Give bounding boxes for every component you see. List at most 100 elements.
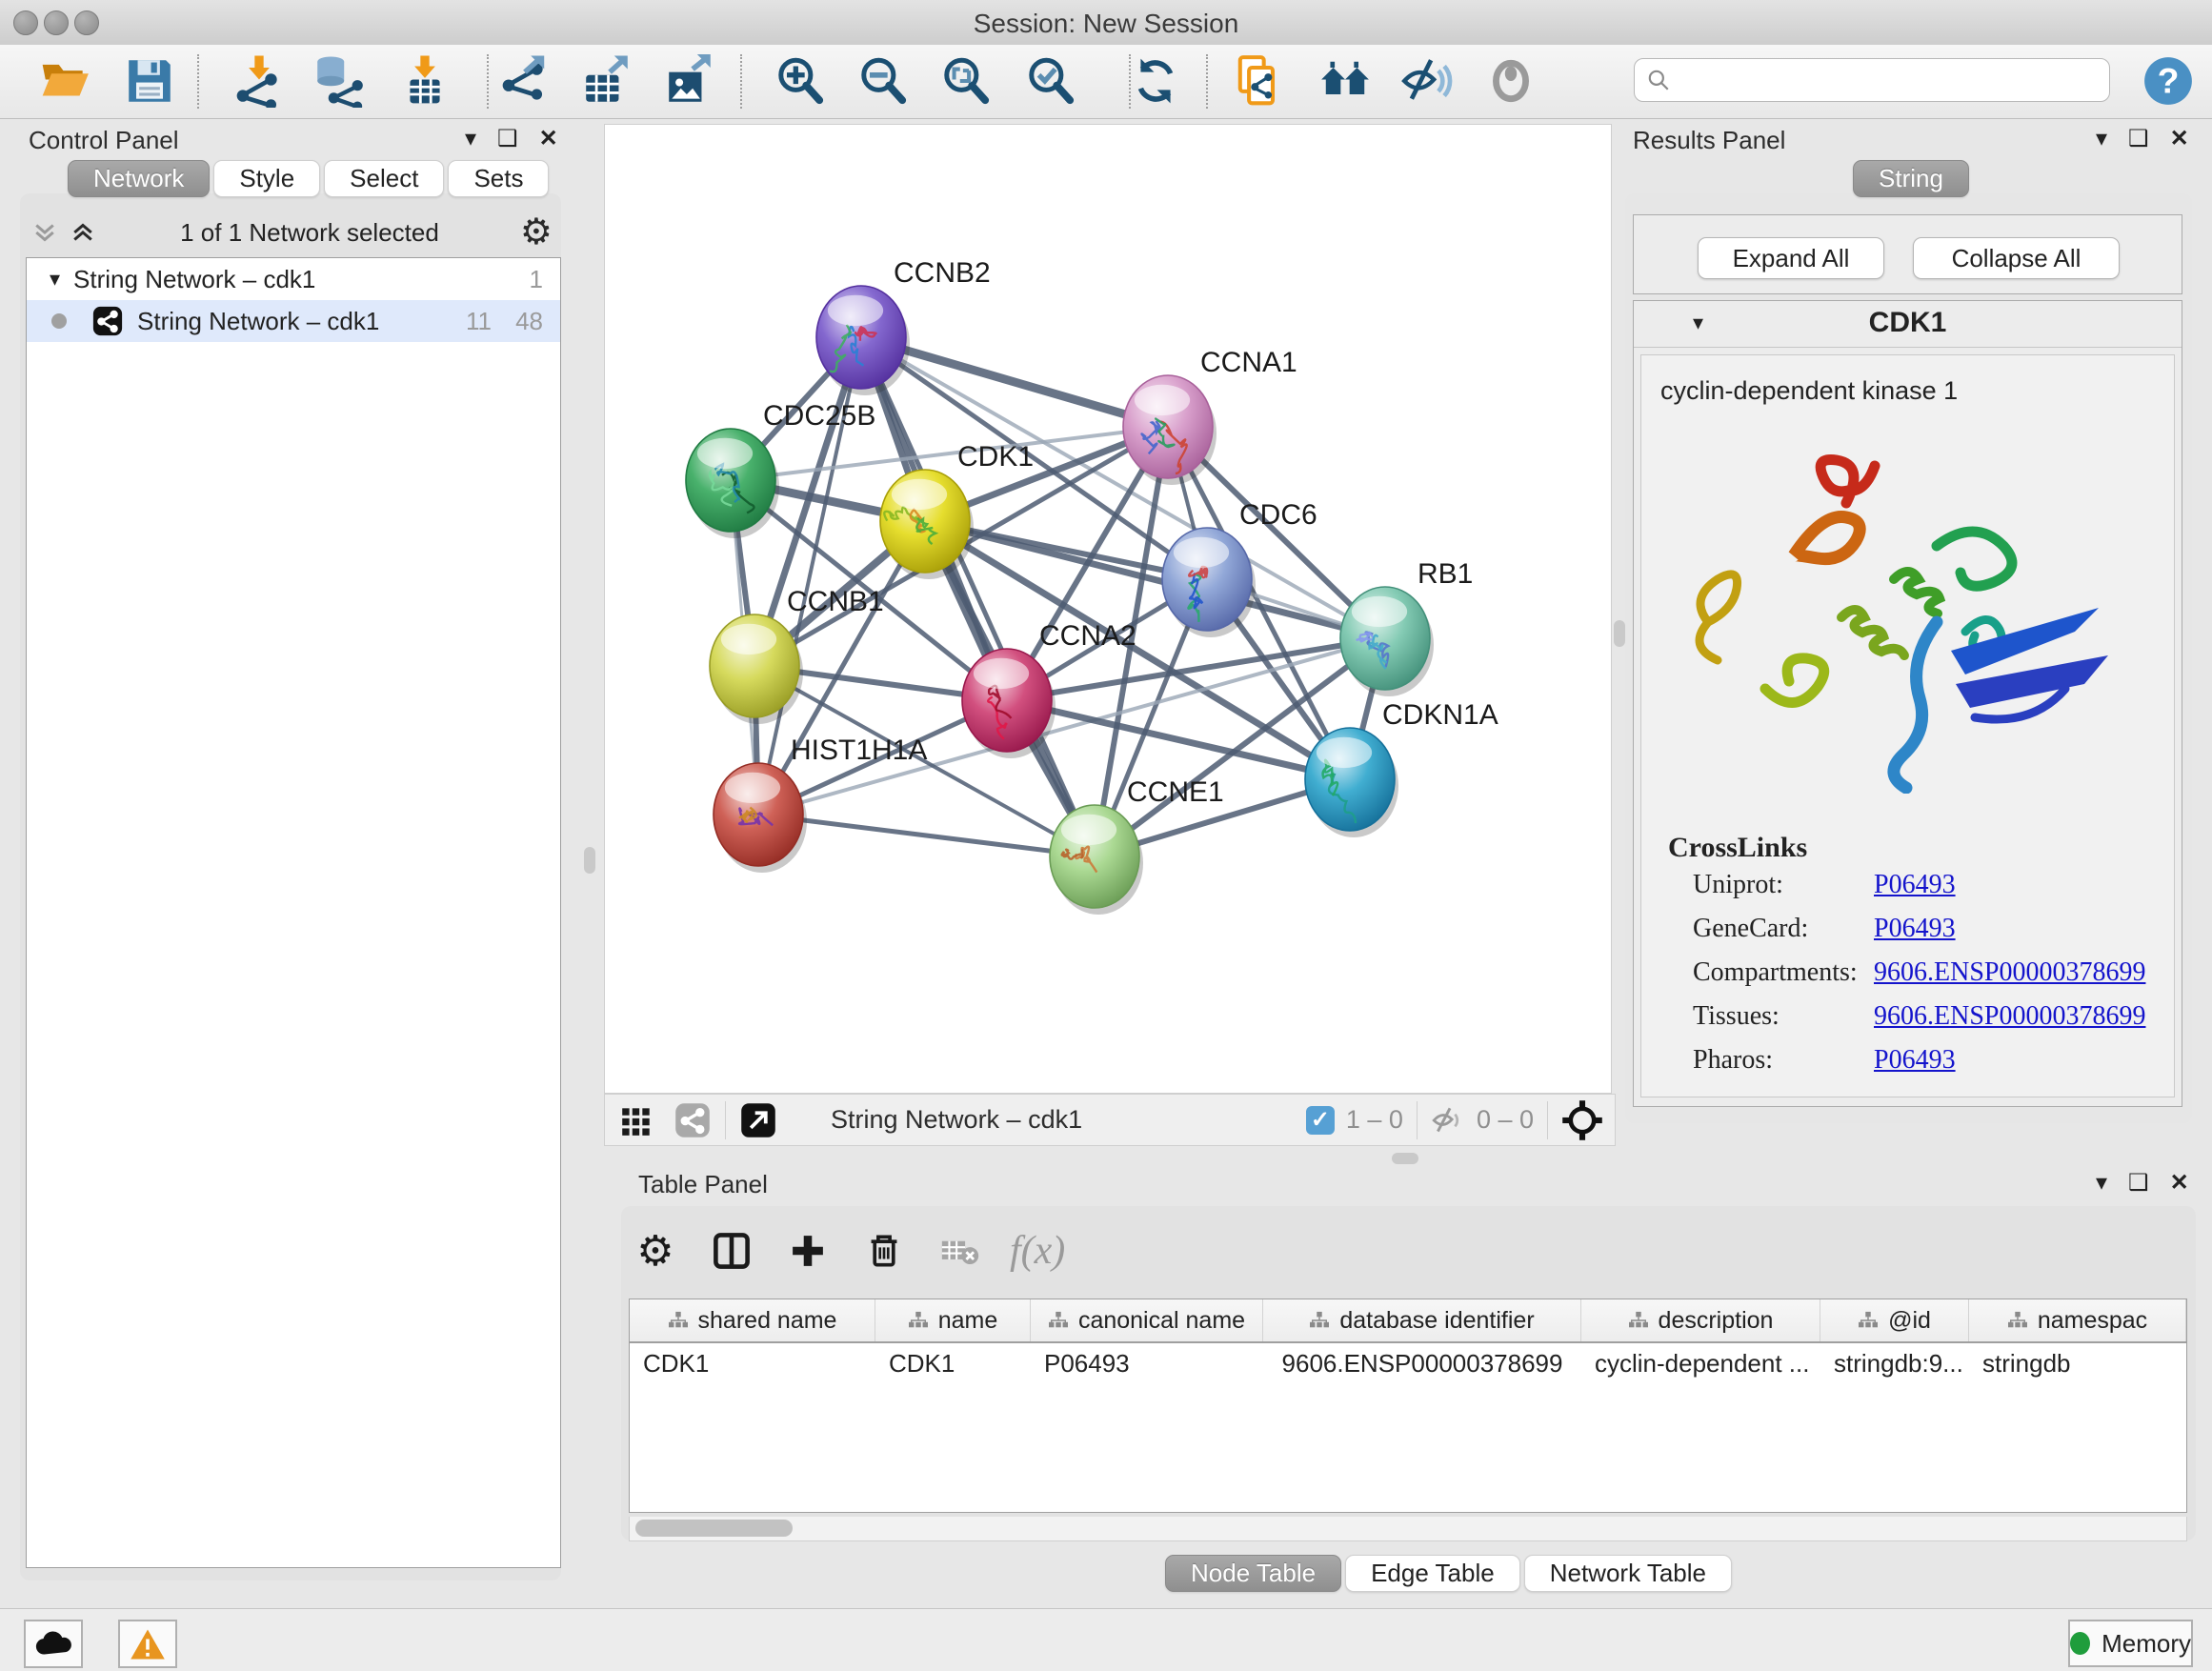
export-image-button[interactable] [659, 50, 720, 111]
search-input[interactable] [1671, 66, 2098, 94]
clone-network-button[interactable] [1229, 50, 1290, 111]
network-node-CCNB2[interactable] [816, 286, 910, 395]
column-header-database-identifier[interactable]: database identifier [1263, 1299, 1581, 1341]
crosslink-value-link[interactable]: P06493 [1874, 1045, 1956, 1076]
column-header-canonical-name[interactable]: canonical name [1031, 1299, 1263, 1341]
network-edge-RB1-HIST1H1A[interactable] [758, 638, 1385, 815]
detach-view-icon[interactable] [739, 1101, 777, 1139]
network-node-CCNB1[interactable] [710, 614, 803, 724]
show-graphics-details-button[interactable] [1480, 50, 1541, 111]
network-node-HIST1H1A[interactable] [714, 763, 807, 873]
tab-sets[interactable]: Sets [448, 160, 549, 197]
zoom-in-button[interactable] [770, 50, 831, 111]
crosslink-value-link[interactable]: P06493 [1874, 914, 1956, 944]
expand-all-button[interactable]: Expand All [1698, 237, 1884, 279]
network-canvas[interactable]: CCNB2CCNA1CDC25BCDK1CDC6RB1CCNB1CCNA2CDK… [604, 124, 1612, 1094]
network-node-CCNE1[interactable] [1050, 805, 1143, 915]
column-header-namespac[interactable]: namespac [1969, 1299, 2186, 1341]
panel-float-menu-icon[interactable]: ▾ [465, 128, 476, 151]
tab-node-table[interactable]: Node Table [1165, 1555, 1341, 1592]
panel-close-icon[interactable]: ✕ [2170, 1172, 2189, 1195]
hide-graphics-details-button[interactable] [1398, 50, 1458, 111]
selected-checkbox-icon[interactable]: ✓ [1306, 1106, 1335, 1135]
table-cell[interactable]: CDK1 [875, 1343, 1031, 1383]
cloud-status-button[interactable] [24, 1620, 83, 1668]
table-cell[interactable]: P06493 [1031, 1343, 1263, 1383]
scrollbar-thumb[interactable] [635, 1520, 793, 1537]
help-button[interactable]: ? [2138, 50, 2199, 111]
refresh-view-button[interactable] [1125, 50, 1186, 111]
network-edge-CCNB2-CCNE1[interactable] [861, 337, 1095, 856]
warning-status-button[interactable] [118, 1620, 177, 1668]
network-row[interactable]: String Network – cdk1 11 48 [27, 300, 560, 342]
zoom-out-button[interactable] [853, 50, 914, 111]
panel-close-icon[interactable]: ✕ [2170, 128, 2189, 151]
search-field[interactable] [1634, 58, 2110, 102]
tab-edge-table[interactable]: Edge Table [1345, 1555, 1520, 1592]
table-cell[interactable]: cyclin-dependent ... [1581, 1343, 1820, 1383]
tab-select[interactable]: Select [324, 160, 444, 197]
network-node-RB1[interactable] [1340, 587, 1434, 696]
left-splitter-handle[interactable] [584, 847, 595, 874]
memory-button[interactable]: Memory [2068, 1620, 2193, 1667]
hidden-eye-slash-icon[interactable] [1431, 1104, 1467, 1137]
panel-float-icon[interactable]: ❑ [497, 128, 518, 151]
network-graph[interactable]: CCNB2CCNA1CDC25BCDK1CDC6RB1CCNB1CCNA2CDK… [605, 125, 1611, 1093]
grid-view-icon[interactable] [618, 1102, 654, 1138]
crosslink-value-link[interactable]: 9606.ENSP00000378699 [1874, 957, 2145, 988]
column-header-shared-name[interactable]: shared name [630, 1299, 875, 1341]
import-table-button[interactable] [394, 50, 455, 111]
export-network-button[interactable] [494, 50, 555, 111]
crosslink-value-link[interactable]: 9606.ENSP00000378699 [1874, 1001, 2145, 1032]
zoom-fit-button[interactable] [935, 50, 996, 111]
crosslink-value-link[interactable]: P06493 [1874, 870, 1956, 900]
network-edge-HIST1H1A-CCNE1[interactable] [758, 815, 1095, 856]
table-settings-gear-icon[interactable]: ⚙ [629, 1224, 682, 1278]
tab-style[interactable]: Style [213, 160, 320, 197]
gene-header-row[interactable]: ▾ CDK1 [1634, 301, 2182, 348]
show-columns-icon[interactable] [705, 1224, 758, 1278]
table-horizontal-scrollbar[interactable] [629, 1517, 2187, 1541]
collapse-triangle-icon[interactable]: ▾ [50, 269, 60, 290]
table-row[interactable]: CDK1CDK1P064939606.ENSP00000378699cyclin… [630, 1343, 2186, 1383]
network-node-CDC6[interactable] [1162, 528, 1256, 637]
bottom-splitter-handle[interactable] [1392, 1153, 1418, 1164]
network-node-CCNA1[interactable] [1123, 375, 1217, 485]
collapse-all-button[interactable]: Collapse All [1913, 237, 2120, 279]
network-collection-row[interactable]: ▾ String Network – cdk1 1 [27, 258, 560, 300]
create-column-plus-icon[interactable] [781, 1224, 835, 1278]
panel-float-icon[interactable]: ❑ [2128, 128, 2149, 151]
fit-selected-crosshair-icon[interactable] [1561, 1099, 1603, 1141]
open-session-button[interactable] [34, 50, 95, 111]
network-edge-CDK1-RB1[interactable] [925, 521, 1385, 638]
panel-float-menu-icon[interactable]: ▾ [2096, 128, 2107, 151]
tab-string[interactable]: String [1853, 160, 1969, 197]
zoom-selected-button[interactable] [1020, 50, 1081, 111]
table-cell[interactable]: stringdb [1969, 1343, 2186, 1383]
panel-close-icon[interactable]: ✕ [539, 128, 558, 151]
right-splitter-handle[interactable] [1614, 620, 1625, 647]
network-node-CDK1[interactable] [880, 470, 974, 579]
export-table-button[interactable] [576, 50, 637, 111]
table-cell[interactable]: stringdb:9... [1820, 1343, 1969, 1383]
column-header-name[interactable]: name [875, 1299, 1031, 1341]
panel-float-icon[interactable]: ❑ [2128, 1172, 2149, 1195]
expand-all-icon[interactable] [67, 218, 99, 247]
function-builder-button[interactable]: f(x) [1010, 1228, 1065, 1274]
table-cell[interactable]: 9606.ENSP00000378699 [1263, 1343, 1581, 1383]
save-session-button[interactable] [119, 50, 180, 111]
delete-table-icon[interactable] [934, 1224, 987, 1278]
table-cell[interactable]: CDK1 [630, 1343, 875, 1383]
delete-column-trash-icon[interactable] [857, 1224, 911, 1278]
string-home-button[interactable] [1315, 50, 1376, 111]
tab-network[interactable]: Network [68, 160, 210, 197]
column-header-@id[interactable]: @id [1820, 1299, 1969, 1341]
import-network-button[interactable] [229, 50, 290, 111]
network-node-CDKN1A[interactable] [1305, 728, 1398, 837]
column-header-description[interactable]: description [1581, 1299, 1820, 1341]
tab-network-table[interactable]: Network Table [1524, 1555, 1732, 1592]
panel-float-menu-icon[interactable]: ▾ [2096, 1172, 2107, 1195]
network-options-gear-icon[interactable]: ⚙ [520, 214, 553, 251]
collapse-all-icon[interactable] [29, 218, 61, 247]
import-network-from-database-button[interactable] [308, 50, 369, 111]
